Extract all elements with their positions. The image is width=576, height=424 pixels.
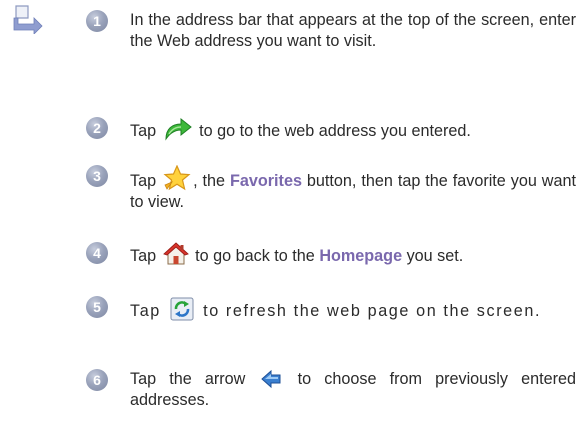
step-5-text-before: Tap <box>130 302 161 320</box>
homepage-label: Homepage <box>319 247 403 265</box>
home-icon <box>162 242 189 265</box>
step-text: Tap to go to the web address you entered… <box>130 117 576 142</box>
step-number-badge: 2 <box>86 117 108 139</box>
go-arrow-icon <box>165 117 192 141</box>
step-text: In the address bar that appears at the t… <box>130 10 576 52</box>
favorites-star-icon <box>163 165 191 191</box>
step-4-text-mid: to go back to the <box>195 247 315 265</box>
step-text: Tap to refresh the web page on the scree… <box>130 296 576 322</box>
step-3-text-mid: , the <box>193 172 226 190</box>
step-4-text-after: you set. <box>406 247 464 265</box>
step-number-badge: 1 <box>86 10 108 32</box>
step-text: Tap to go back to the Homepage you set. <box>130 242 576 267</box>
step-1-text: In the address bar that appears at the t… <box>130 11 576 50</box>
refresh-icon <box>170 297 194 321</box>
page-turn-arrow-icon <box>13 5 43 34</box>
favorites-label: Favorites <box>229 172 302 190</box>
step-number-badge: 4 <box>86 242 108 264</box>
step-text: Tap the arrow to choose from previously … <box>130 369 576 411</box>
step-5-text-after: to refresh the web page on the screen. <box>203 302 542 320</box>
step-4-text-before: Tap <box>130 247 157 265</box>
step-number-badge: 5 <box>86 296 108 318</box>
history-arrow-icon <box>261 369 281 389</box>
step-number-badge: 6 <box>86 369 108 391</box>
step-2-text-before: Tap <box>130 122 157 140</box>
step-3-text-before: Tap <box>130 172 157 190</box>
step-text: Tap , the Favorites button, then tap the… <box>130 165 576 213</box>
step-2-text-after: to go to the web address you entered. <box>199 122 471 140</box>
step-6-text-before: Tap the arrow <box>130 370 246 388</box>
step-number-badge: 3 <box>86 165 108 187</box>
